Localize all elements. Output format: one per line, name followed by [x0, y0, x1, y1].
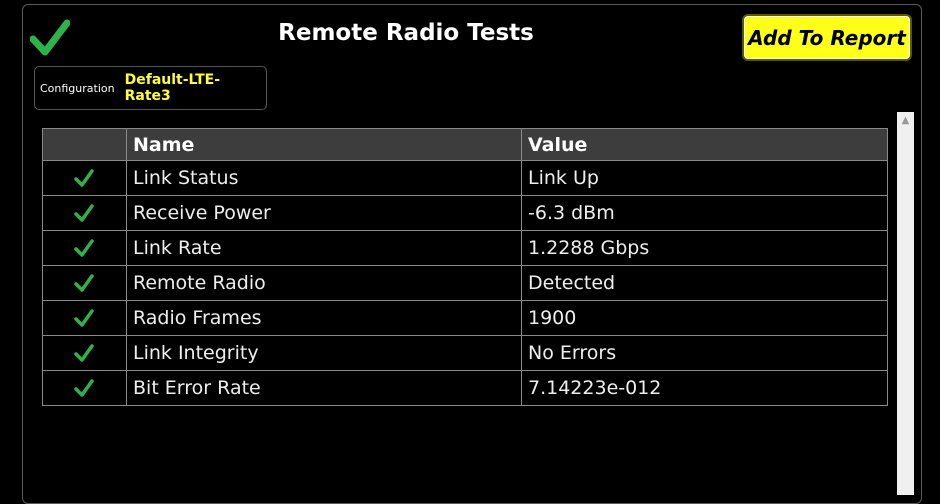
check-icon	[74, 239, 94, 257]
table-row[interactable]: Radio Frames 1900	[42, 300, 888, 336]
add-to-report-button[interactable]: Add To Report	[742, 14, 912, 61]
table-row[interactable]: Link Status Link Up	[42, 160, 888, 196]
value-cell: 1900	[521, 300, 888, 336]
name-cell: Radio Frames	[126, 300, 522, 336]
name-cell: Link Status	[126, 160, 522, 196]
status-cell	[42, 160, 127, 196]
status-cell	[42, 300, 127, 336]
column-header-status	[42, 128, 127, 161]
page-title: Remote Radio Tests	[278, 20, 534, 46]
value-cell: No Errors	[521, 335, 888, 371]
value-cell: 7.14223e-012	[521, 370, 888, 406]
configuration-label: Configuration	[40, 81, 115, 95]
value-cell: 1.2288 Gbps	[521, 230, 888, 266]
value-cell: Link Up	[521, 160, 888, 196]
check-icon	[74, 309, 94, 327]
configuration-box: Configuration Default-LTE-Rate3	[34, 66, 267, 110]
table-row[interactable]: Receive Power -6.3 dBm	[42, 195, 888, 231]
name-cell: Link Rate	[126, 230, 522, 266]
status-cell	[42, 370, 127, 406]
vertical-scrollbar[interactable]: ▲	[897, 112, 914, 495]
status-cell	[42, 335, 127, 371]
status-cell	[42, 230, 127, 266]
name-cell: Bit Error Rate	[126, 370, 522, 406]
name-cell: Receive Power	[126, 195, 522, 231]
scroll-up-arrow-icon[interactable]: ▲	[897, 112, 914, 129]
table-row[interactable]: Link Rate 1.2288 Gbps	[42, 230, 888, 266]
check-icon	[74, 204, 94, 222]
results-table: Name Value Link Status Link Up Receive P…	[42, 128, 888, 406]
check-icon	[74, 344, 94, 362]
check-icon	[74, 274, 94, 292]
table-row[interactable]: Link Integrity No Errors	[42, 335, 888, 371]
name-cell: Remote Radio	[126, 265, 522, 301]
table-row[interactable]: Bit Error Rate 7.14223e-012	[42, 370, 888, 406]
table-row[interactable]: Remote Radio Detected	[42, 265, 888, 301]
table-header-row: Name Value	[42, 128, 888, 161]
check-icon	[74, 379, 94, 397]
status-cell	[42, 265, 127, 301]
column-header-name: Name	[126, 128, 522, 161]
value-cell: -6.3 dBm	[521, 195, 888, 231]
check-icon	[74, 169, 94, 187]
configuration-value: Default-LTE-Rate3	[124, 72, 221, 104]
name-cell: Link Integrity	[126, 335, 522, 371]
status-cell	[42, 195, 127, 231]
results-table-wrapper: Name Value Link Status Link Up Receive P…	[42, 128, 888, 406]
column-header-value: Value	[521, 128, 888, 161]
value-cell: Detected	[521, 265, 888, 301]
